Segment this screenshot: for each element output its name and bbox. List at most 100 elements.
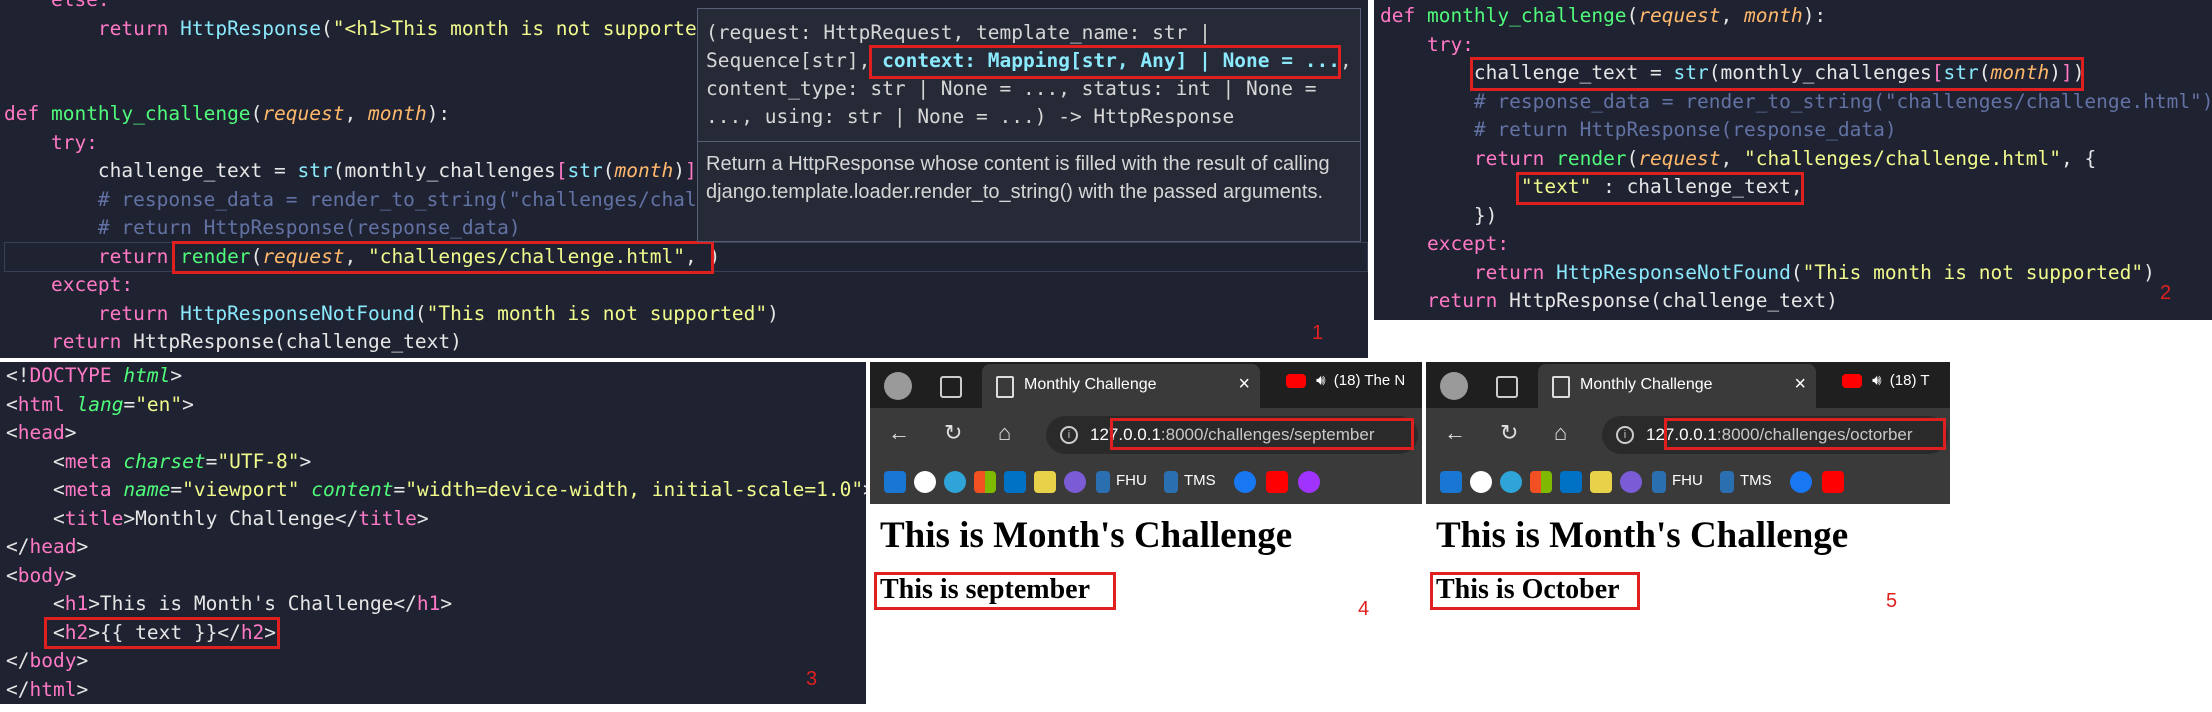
- fhu-bookmark-icon[interactable]: [1652, 471, 1666, 493]
- code-token: "UTF-8": [217, 449, 300, 473]
- page-icon: [996, 376, 1014, 398]
- workspaces-icon[interactable]: [1496, 376, 1518, 398]
- code-token: HttpResponse(challenge_text): [1509, 289, 1838, 312]
- code-token: month: [1990, 61, 2050, 84]
- tab-youtube[interactable]: 🔊︎ (18) T: [1842, 372, 1930, 389]
- code-token: title: [358, 506, 417, 530]
- tab-title: Monthly Challenge: [1580, 376, 1713, 393]
- outlook-bookmark-icon[interactable]: [1440, 471, 1462, 493]
- tms-bookmark-icon[interactable]: [1720, 471, 1734, 493]
- code-line: # response_data = render_to_string("chal…: [1380, 88, 2212, 116]
- home-icon[interactable]: ⌂: [1554, 420, 1567, 446]
- code-token: >{{ text }}</: [88, 620, 241, 644]
- youtube-bookmark-icon[interactable]: [1266, 471, 1288, 493]
- tab-monthly-challenge[interactable]: Monthly Challenge ×: [1538, 364, 1816, 408]
- google-bookmark-icon[interactable]: [1470, 471, 1492, 493]
- code-token: meta: [64, 478, 112, 501]
- code-token: (: [414, 301, 427, 325]
- bookmark-fhu-label[interactable]: FHU: [1672, 472, 1703, 489]
- tab-monthly-challenge[interactable]: Monthly Challenge ×: [982, 364, 1260, 408]
- workspaces-icon[interactable]: [940, 376, 962, 398]
- outlook2-bookmark-icon[interactable]: [1004, 471, 1026, 493]
- code-token: "<h1>This month is not supported: [332, 16, 709, 40]
- code-token: charset: [123, 449, 206, 473]
- back-icon[interactable]: ←: [1444, 420, 1466, 446]
- tab-title: (18) The N: [1333, 372, 1406, 389]
- close-icon[interactable]: ×: [1794, 373, 1806, 396]
- close-icon[interactable]: ×: [1238, 373, 1250, 396]
- code-token: try:: [1380, 32, 1474, 56]
- back-icon[interactable]: ←: [888, 420, 910, 446]
- windows-bookmark-icon[interactable]: [974, 471, 996, 493]
- code-token: return: [1473, 146, 1557, 170]
- code-token: ]: [684, 159, 697, 182]
- edge-bookmark-icon[interactable]: [1500, 471, 1522, 493]
- browser-window-october: Monthly Challenge × 🔊︎ (18) T ← ↻ ⌂ i 12…: [1426, 362, 1950, 634]
- code-token: "text": [1520, 175, 1592, 198]
- code-token: "width=device-width, initial-scale=1.0": [405, 478, 864, 501]
- refresh-icon[interactable]: ↻: [944, 420, 962, 446]
- code-line: <meta name="viewport" content="width=dev…: [6, 476, 866, 504]
- bookmark-fhu-label[interactable]: FHU: [1116, 472, 1147, 489]
- fhu-bookmark-icon[interactable]: [1096, 471, 1110, 493]
- google-bookmark-icon[interactable]: [914, 471, 936, 493]
- messenger-bookmark-icon[interactable]: [1298, 471, 1320, 493]
- outlook-bookmark-icon[interactable]: [884, 471, 906, 493]
- code-token: return: [1426, 289, 1510, 312]
- code-token: str: [1673, 61, 1709, 84]
- photo-bookmark-icon[interactable]: [1034, 471, 1056, 493]
- at-bookmark-icon[interactable]: [1620, 471, 1642, 493]
- url-field[interactable]: i 127.0.0.1:8000/challenges/september: [1046, 416, 1418, 454]
- code-token: >: [64, 421, 77, 444]
- code-token: else:: [4, 0, 110, 11]
- code-line: <h1>This is Month's Challenge</h1>: [6, 590, 866, 618]
- facebook-bookmark-icon[interactable]: [1790, 471, 1812, 493]
- code-token: h1: [416, 592, 441, 615]
- code-token: content: [311, 478, 394, 501]
- code-token: }): [1380, 203, 1498, 227]
- code-token: HttpResponseNotFound: [180, 301, 415, 325]
- code-token: >: [440, 592, 453, 615]
- code-token: body: [29, 649, 77, 672]
- code-line: # return HttpResponse(response_data): [1380, 116, 2212, 144]
- code-token: >: [76, 649, 89, 672]
- youtube-bookmark-icon[interactable]: [1822, 471, 1844, 493]
- code-token: <: [6, 592, 65, 615]
- code-token: >: [182, 392, 194, 416]
- refresh-icon[interactable]: ↻: [1500, 420, 1518, 446]
- panel-number: 4: [1358, 598, 1370, 620]
- youtube-icon: [1286, 374, 1306, 389]
- tms-bookmark-icon[interactable]: [1164, 471, 1178, 493]
- code-token: <: [6, 421, 18, 444]
- bookmark-tms-label[interactable]: TMS: [1184, 472, 1216, 489]
- tab-youtube[interactable]: 🔊︎ (18) The N: [1286, 372, 1405, 389]
- home-icon[interactable]: ⌂: [998, 420, 1011, 446]
- code-token: h1: [64, 592, 89, 615]
- code-token: return: [97, 16, 181, 40]
- outlook2-bookmark-icon[interactable]: [1560, 471, 1582, 493]
- photo-bookmark-icon[interactable]: [1590, 471, 1612, 493]
- avatar[interactable]: [884, 372, 912, 400]
- sig-line-1: (request: HttpRequest, template_name: st…: [706, 21, 1211, 44]
- facebook-bookmark-icon[interactable]: [1234, 471, 1256, 493]
- bookmark-tms-label[interactable]: TMS: [1740, 472, 1772, 489]
- code-token: lang: [76, 392, 124, 416]
- code-token: monthly_challenge: [1426, 4, 1627, 27]
- tooltip-doc: Return a HttpResponse whose content is f…: [706, 153, 1330, 203]
- code-token: challenge_text =: [1380, 61, 1674, 84]
- code-token: html: [17, 392, 65, 416]
- url-field[interactable]: i 127.0.0.1:8000/challenges/octorber: [1602, 416, 1948, 454]
- sig-context-param: context: Mapping[str, Any] | None = ...: [882, 49, 1340, 72]
- at-bookmark-icon[interactable]: [1064, 471, 1086, 493]
- code-line: except:: [1380, 230, 2212, 258]
- code-line: </html>: [6, 676, 866, 704]
- url-path: :8000/challenges/september: [1160, 425, 1375, 444]
- page-subheading: This is October: [1436, 574, 1620, 605]
- avatar[interactable]: [1440, 372, 1468, 400]
- code-token: >: [76, 677, 89, 701]
- code-token: (monthly_challenges: [1708, 61, 1932, 84]
- windows-bookmark-icon[interactable]: [1530, 471, 1552, 493]
- edge-bookmark-icon[interactable]: [944, 471, 966, 493]
